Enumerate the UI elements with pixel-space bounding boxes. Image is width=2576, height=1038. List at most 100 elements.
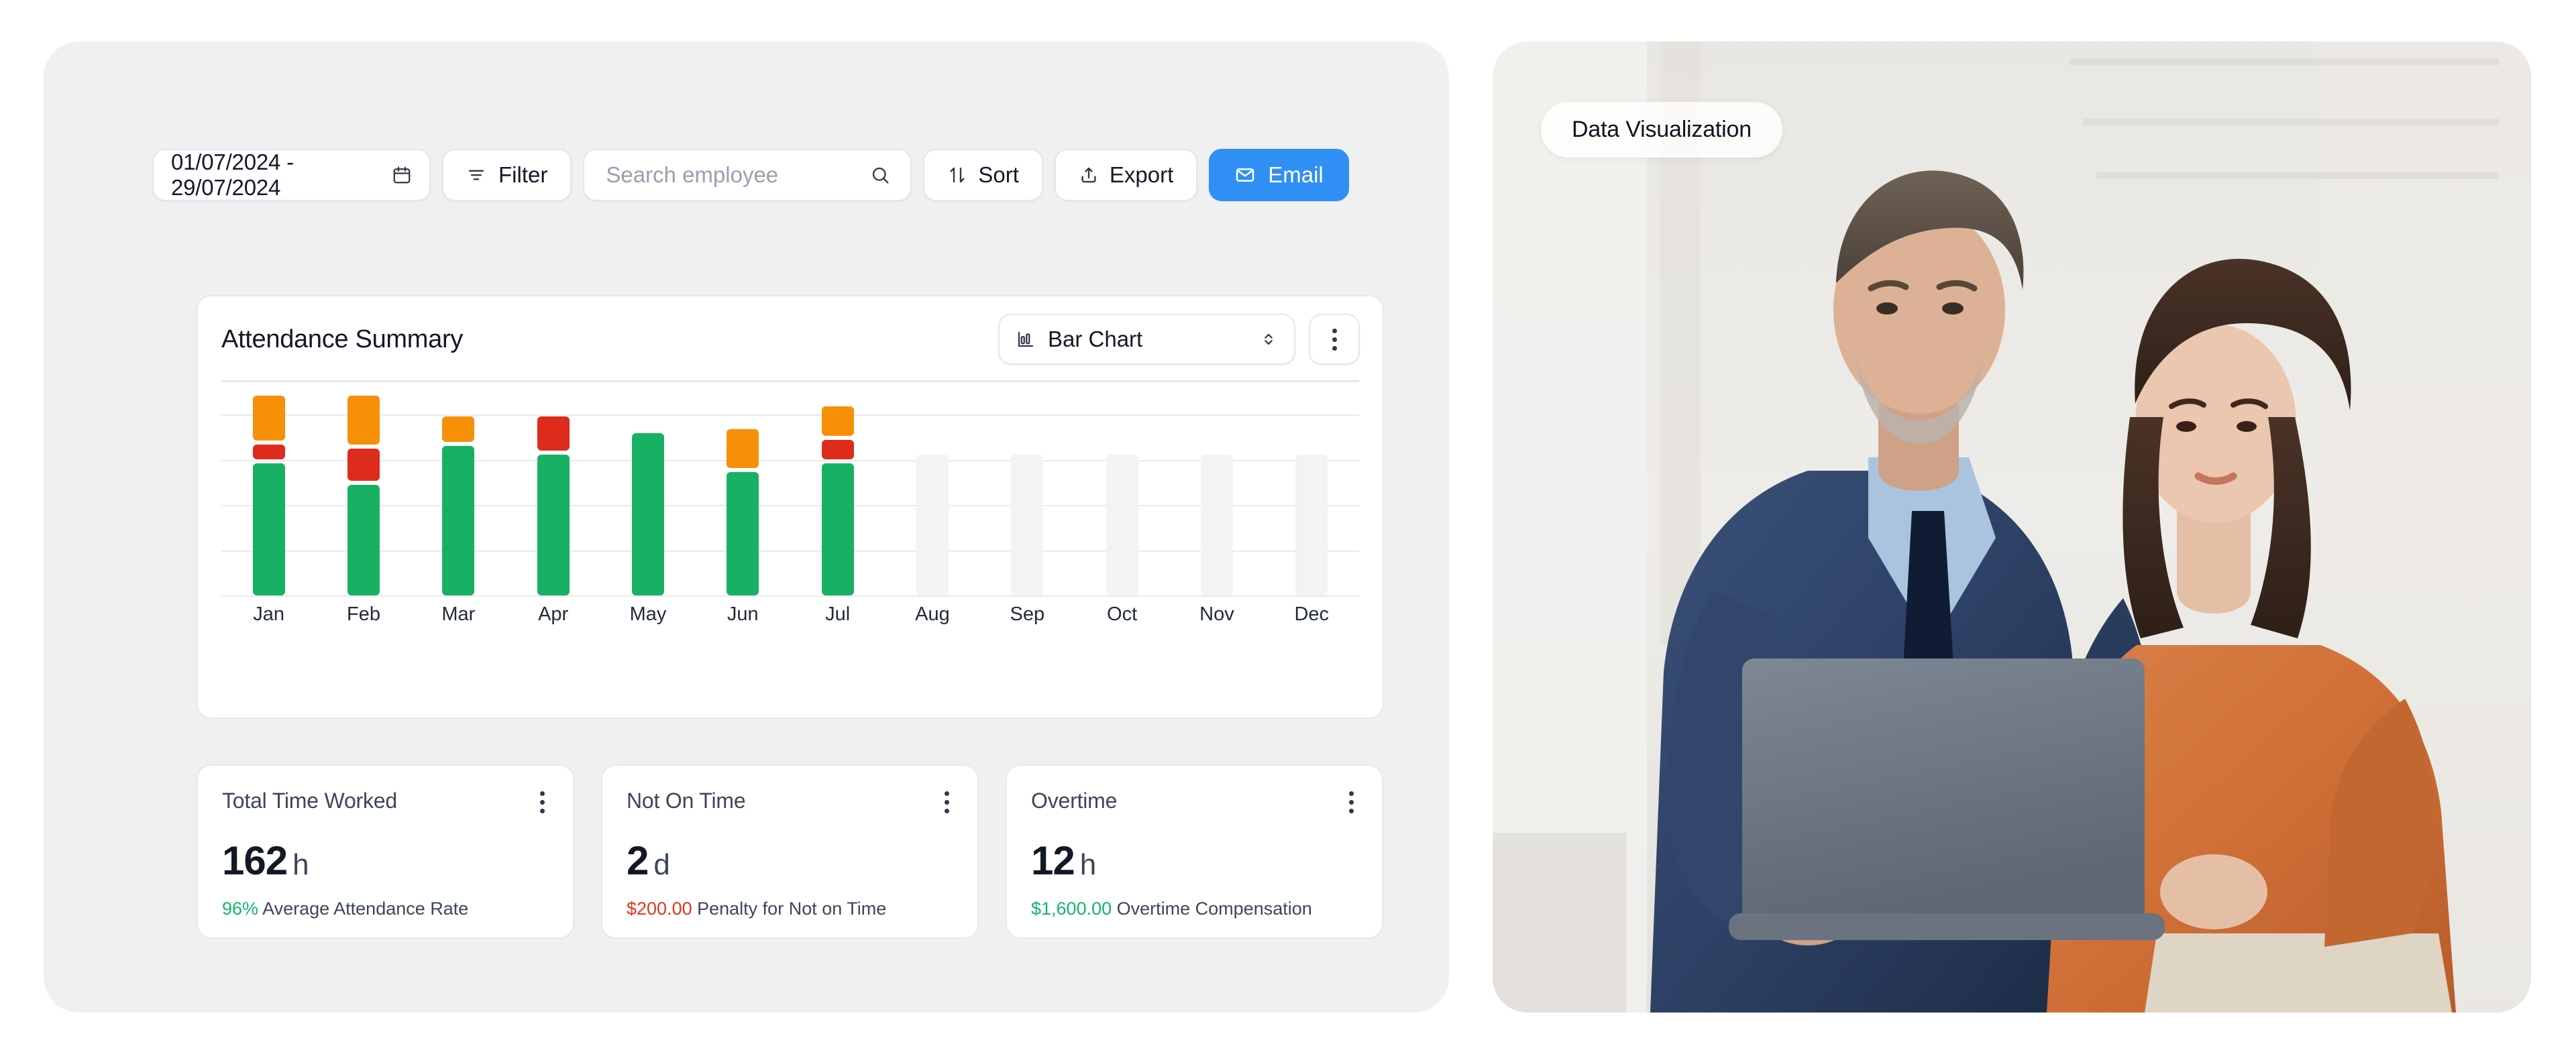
toolbar: 01/07/2024 - 29/07/2024 Filter Search em… bbox=[152, 149, 1349, 201]
chart-column[interactable] bbox=[790, 382, 885, 595]
bar-segment bbox=[537, 455, 570, 595]
x-axis-label: Jun bbox=[727, 603, 759, 625]
calendar-icon bbox=[392, 165, 412, 185]
chart-type-select[interactable]: Bar Chart bbox=[998, 314, 1295, 365]
stat-value: 162 h bbox=[222, 838, 549, 884]
chart-column[interactable] bbox=[506, 382, 600, 595]
bar-segment bbox=[442, 446, 475, 595]
stat-card-header: Not On Time bbox=[627, 789, 953, 816]
chart-column[interactable] bbox=[221, 382, 316, 595]
upload-icon bbox=[1079, 165, 1099, 185]
chart-column[interactable] bbox=[1075, 382, 1169, 595]
stat-number: 162 bbox=[222, 838, 288, 883]
chart-title: Attendance Summary bbox=[221, 325, 463, 353]
x-axis-label: Nov bbox=[1199, 603, 1234, 625]
stat-label: Overtime bbox=[1031, 789, 1118, 813]
chart-column[interactable] bbox=[411, 382, 506, 595]
bar-stack bbox=[916, 382, 949, 595]
stat-unit: d bbox=[653, 848, 670, 881]
chart-column[interactable] bbox=[885, 382, 979, 595]
chart-column[interactable] bbox=[316, 382, 411, 595]
bar-segment bbox=[727, 429, 759, 468]
bar-segment bbox=[347, 448, 380, 481]
bar-placeholder bbox=[1106, 455, 1138, 595]
chevron-up-down-icon[interactable] bbox=[1259, 330, 1278, 349]
search-input[interactable]: Search employee bbox=[606, 162, 778, 188]
export-button[interactable]: Export bbox=[1054, 149, 1198, 201]
x-axis-label: Feb bbox=[347, 603, 380, 625]
chart-column[interactable] bbox=[696, 382, 790, 595]
bar-placeholder bbox=[916, 455, 949, 595]
date-range-value: 01/07/2024 - 29/07/2024 bbox=[171, 150, 294, 200]
stat-unit: h bbox=[1079, 848, 1097, 881]
photo-panel: Data Visualization bbox=[1493, 42, 2531, 1013]
bar-stack bbox=[537, 382, 570, 595]
bar-placeholder bbox=[1295, 455, 1328, 595]
stat-accent: $200.00 bbox=[627, 899, 692, 919]
search-icon[interactable] bbox=[870, 165, 890, 185]
date-range-picker[interactable]: 01/07/2024 - 29/07/2024 bbox=[152, 149, 431, 201]
chart-column[interactable] bbox=[1169, 382, 1264, 595]
dashboard-panel: 01/07/2024 - 29/07/2024 Filter Search em… bbox=[44, 42, 1449, 1013]
sort-button[interactable]: Sort bbox=[923, 149, 1043, 201]
bar-segment bbox=[347, 484, 380, 595]
stat-menu-button[interactable] bbox=[536, 789, 549, 816]
app-root: 01/07/2024 - 29/07/2024 Filter Search em… bbox=[0, 0, 2576, 1038]
stat-accent: $1,600.00 bbox=[1031, 899, 1112, 919]
bar-stack bbox=[821, 382, 854, 595]
x-axis-label: Sep bbox=[1010, 603, 1045, 625]
stat-number: 2 bbox=[627, 838, 649, 883]
bar-segment bbox=[252, 395, 285, 441]
chart-header-controls: Bar Chart bbox=[998, 314, 1360, 365]
bar-segment bbox=[727, 471, 759, 595]
bar-segment bbox=[252, 444, 285, 459]
bar-stack bbox=[727, 382, 759, 595]
export-label: Export bbox=[1109, 162, 1174, 187]
x-axis-label: Jul bbox=[825, 603, 851, 625]
bar-chart-icon bbox=[1016, 329, 1036, 349]
stat-card: Overtime 12 h $1,600.00 Overtime Compensati… bbox=[1006, 764, 1383, 939]
x-axis-label: Apr bbox=[538, 603, 569, 625]
stat-unit: h bbox=[292, 848, 309, 881]
bar-segment bbox=[347, 395, 380, 445]
bar-segment bbox=[821, 463, 854, 595]
chart-menu-button[interactable] bbox=[1309, 314, 1360, 365]
bar-stack bbox=[442, 382, 475, 595]
filter-button[interactable]: Filter bbox=[442, 149, 572, 201]
stat-card: Not On Time 2 d $200.00 Penalty for Not on … bbox=[601, 764, 979, 939]
gridline bbox=[221, 595, 1359, 597]
stat-menu-button[interactable] bbox=[941, 789, 953, 816]
bar-stack bbox=[631, 382, 664, 595]
search-field[interactable]: Search employee bbox=[583, 149, 912, 201]
bar-segment bbox=[821, 406, 854, 437]
bar-stack bbox=[252, 382, 285, 595]
chart-type-value: Bar Chart bbox=[1048, 327, 1143, 351]
stat-menu-button[interactable] bbox=[1345, 789, 1358, 816]
chart-column[interactable] bbox=[980, 382, 1075, 595]
stat-label: Not On Time bbox=[627, 789, 746, 813]
email-button[interactable]: Email bbox=[1209, 149, 1349, 201]
summary-stat-cards: Total Time Worked 162 h 96% Average Attenda… bbox=[197, 764, 1384, 939]
stat-value: 12 h bbox=[1031, 838, 1358, 884]
bar-segment bbox=[537, 416, 570, 451]
x-axis-label: Dec bbox=[1294, 603, 1330, 625]
stat-accent: 96% bbox=[222, 899, 259, 919]
chart-bars bbox=[221, 382, 1359, 595]
bar-stack bbox=[1200, 382, 1233, 595]
bar-segment bbox=[442, 416, 475, 443]
attendance-bar-chart: Jan Feb Mar Apr May Jun Jul Aug Sep Oct Nov Dec bbox=[221, 382, 1359, 671]
bar-segment bbox=[631, 433, 664, 595]
chart-column[interactable] bbox=[1265, 382, 1359, 595]
email-label: Email bbox=[1268, 162, 1324, 187]
stat-card-header: Overtime bbox=[1031, 789, 1358, 816]
stat-subtext: $200.00 Penalty for Not on Time bbox=[627, 899, 953, 919]
kebab-menu-icon bbox=[540, 791, 545, 813]
bar-stack bbox=[1106, 382, 1138, 595]
chart-card-header: Attendance Summary Bar Chart bbox=[198, 296, 1383, 382]
chart-column[interactable] bbox=[600, 382, 695, 595]
sort-label: Sort bbox=[978, 162, 1019, 187]
bar-placeholder bbox=[1200, 455, 1233, 595]
bar-stack bbox=[1011, 382, 1044, 595]
stat-label: Total Time Worked bbox=[222, 789, 397, 813]
stat-card-header: Total Time Worked bbox=[222, 789, 549, 816]
